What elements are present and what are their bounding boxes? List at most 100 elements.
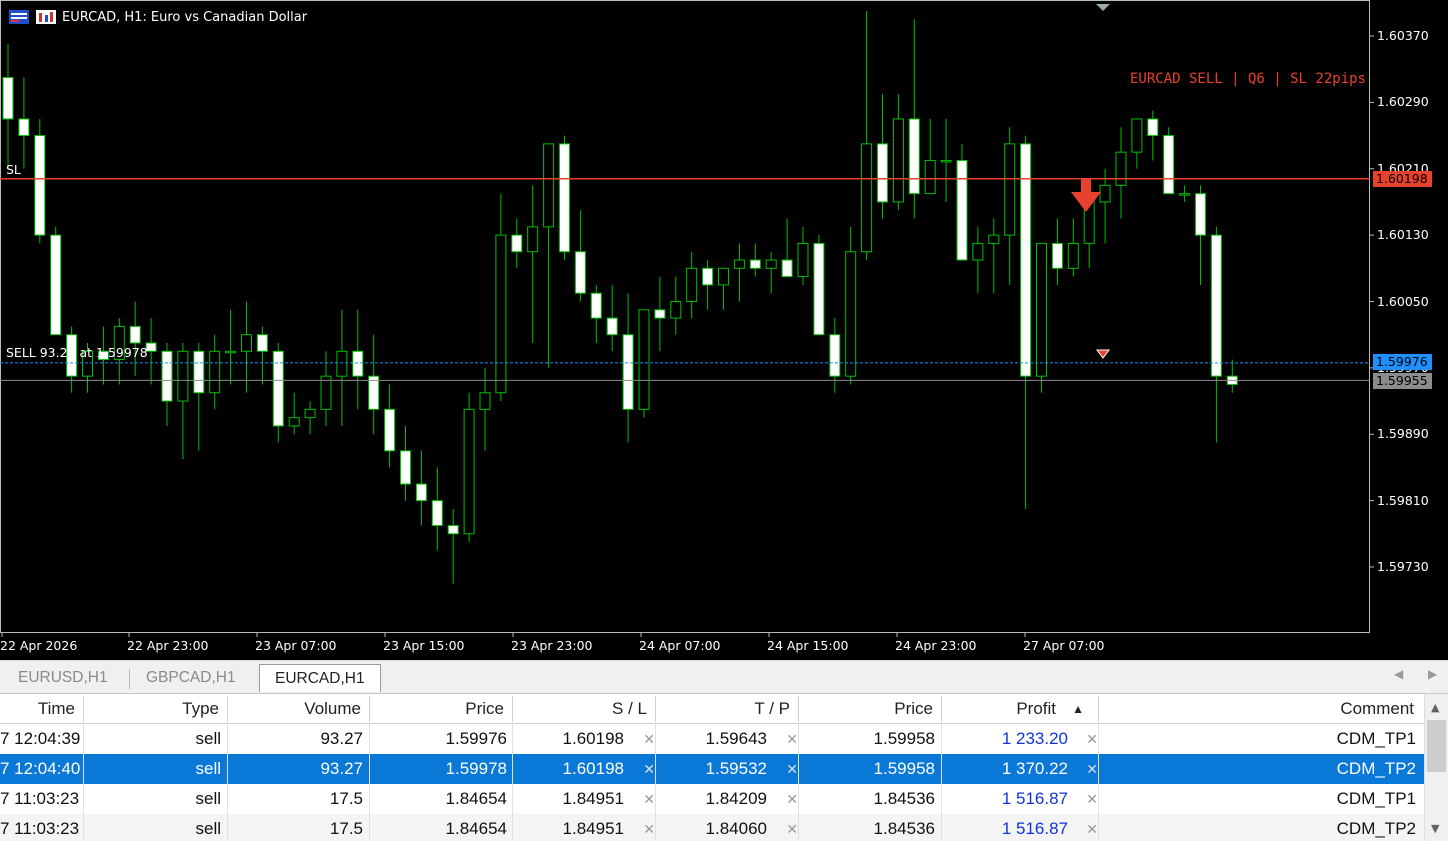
x-tick-label: 23 Apr 23:00 [511, 638, 593, 653]
x-tick-label: 27 Apr 07:00 [1023, 638, 1105, 653]
candle-body [225, 350, 237, 354]
remove-tp-icon[interactable]: ✕ [784, 814, 798, 841]
cell-type: sell [195, 729, 221, 748]
candle-body [1036, 242, 1047, 377]
col-type[interactable]: Type [90, 694, 219, 724]
tab-gbpcad[interactable]: GBPCAD,H1 [146, 664, 236, 691]
cell-profit: 1 516.87 [1001, 789, 1068, 808]
table-row[interactable]: 7 12:04:39 sell 93.27 1.59976 1.60198 1.59643… [0, 724, 1424, 754]
close-position-icon[interactable]: ✕ [1084, 724, 1098, 754]
entry-line-label: SELL 93.27 at 1.59978 [6, 345, 148, 360]
y-tick-label: 1.59810 [1377, 492, 1429, 508]
cell-volume: 93.27 [320, 759, 363, 778]
cell-comment: CDM_TP1 [1336, 729, 1416, 748]
cell-price: 1.59976 [445, 729, 507, 748]
chart-canvas[interactable] [0, 0, 1448, 660]
chart-frame [0, 0, 1370, 633]
candle-body [924, 159, 936, 195]
remove-tp-icon[interactable]: ✕ [784, 784, 798, 814]
tab-scroll-left-icon[interactable]: ◀ [1394, 667, 1403, 681]
candle-body [718, 267, 729, 286]
sl-line-label: SL [6, 162, 21, 177]
chart-type-icon[interactable] [35, 9, 57, 25]
candle-body [129, 325, 141, 344]
cell-price: 1.84654 [445, 819, 507, 838]
x-tick-label: 24 Apr 07:00 [639, 638, 721, 653]
candle-body [479, 392, 491, 410]
remove-tp-icon[interactable]: ✕ [784, 754, 798, 784]
candle-body [495, 234, 507, 394]
entry-price-tag: 1.59976 [1373, 354, 1432, 370]
x-tick-label: 23 Apr 07:00 [255, 638, 337, 653]
candle-body [574, 251, 586, 294]
x-tick-label: 23 Apr 15:00 [383, 638, 465, 653]
col-current-price[interactable]: Price [805, 694, 933, 724]
candle-body [1163, 135, 1175, 195]
col-price[interactable]: Price [376, 694, 504, 724]
candle-body [956, 159, 968, 261]
cell-sl: 1.60198 [562, 759, 624, 778]
remove-sl-icon[interactable]: ✕ [641, 724, 655, 754]
col-volume[interactable]: Volume [234, 694, 361, 724]
candle-body [686, 267, 698, 302]
tab-separator [129, 669, 130, 689]
scroll-down-icon[interactable]: ▼ [1431, 822, 1439, 835]
x-tick-label: 22 Apr 2026 [0, 638, 78, 653]
cell-price: 1.84654 [445, 789, 507, 808]
tab-eurcad[interactable]: EURCAD,H1 [259, 664, 381, 692]
remove-sl-icon[interactable]: ✕ [641, 814, 655, 841]
cell-comment: CDM_TP1 [1336, 789, 1416, 808]
close-position-icon[interactable]: ✕ [1084, 784, 1098, 814]
candle-body [50, 234, 62, 336]
candle-body [654, 309, 666, 319]
close-position-icon[interactable]: ✕ [1084, 754, 1098, 784]
tab-scroll-right-icon[interactable]: ▶ [1428, 667, 1437, 681]
cell-profit: 1 370.22 [1001, 759, 1068, 778]
candle-body [940, 159, 952, 163]
table-row[interactable]: 7 11:03:23 sell 17.5 1.84654 1.84951 1.84060 1… [0, 814, 1424, 841]
table-scrollbar[interactable]: ▲ ▼ [1424, 694, 1448, 841]
remove-tp-icon[interactable]: ✕ [784, 724, 798, 754]
table-row[interactable]: 7 12:04:40 sell 93.27 1.59978 1.60198 1.59532… [0, 754, 1424, 784]
candle-body [193, 350, 205, 394]
candle-body [352, 350, 364, 377]
candle-body [861, 143, 873, 253]
candle-body [431, 500, 443, 527]
sort-ascending-icon[interactable]: ▲ [1068, 694, 1084, 724]
cell-profit: 1 233.20 [1001, 729, 1068, 748]
candle-body [400, 450, 411, 485]
scrollbar-thumb[interactable] [1427, 720, 1446, 772]
price-chart[interactable]: EURCAD, H1: Euro vs Canadian Dollar EURC… [0, 0, 1448, 660]
candle-body [1179, 193, 1191, 196]
column-divider [941, 724, 942, 841]
cell-time: 7 12:04:39 [0, 729, 81, 748]
remove-sl-icon[interactable]: ✕ [641, 754, 655, 784]
col-comment[interactable]: Comment [1105, 694, 1414, 724]
candle-body [18, 118, 30, 137]
trade-window-icon[interactable] [8, 9, 30, 25]
cell-type: sell [195, 789, 221, 808]
shift-marker-icon[interactable] [1096, 4, 1110, 11]
col-sl[interactable]: S / L [519, 694, 647, 724]
col-profit[interactable]: Profit [948, 694, 1056, 724]
candle-body [877, 143, 888, 203]
entry-arrow-icon [1096, 349, 1110, 359]
column-divider [1098, 724, 1099, 841]
tab-eurusd[interactable]: EURUSD,H1 [18, 664, 108, 691]
chart-title-bar: EURCAD, H1: Euro vs Canadian Dollar [8, 9, 307, 25]
col-time[interactable]: Time [0, 694, 75, 724]
chart-title: EURCAD, H1: Euro vs Canadian Dollar [62, 9, 308, 25]
trade-table: Time Type Volume Price S / L T / P Price… [0, 694, 1424, 841]
cell-price: 1.59978 [445, 759, 507, 778]
candle-body [320, 375, 332, 410]
close-position-icon[interactable]: ✕ [1084, 814, 1098, 841]
cell-tp: 1.59643 [705, 729, 767, 748]
table-row[interactable]: 7 11:03:23 sell 17.5 1.84654 1.84951 1.84209 1… [0, 784, 1424, 814]
col-tp[interactable]: T / P [662, 694, 790, 724]
cell-sl: 1.84951 [562, 819, 624, 838]
remove-sl-icon[interactable]: ✕ [641, 784, 655, 814]
column-divider [798, 724, 799, 841]
bid-price-tag: 1.59955 [1373, 373, 1432, 389]
cell-profit: 1 516.87 [1001, 819, 1068, 838]
scroll-up-icon[interactable]: ▲ [1431, 701, 1439, 714]
